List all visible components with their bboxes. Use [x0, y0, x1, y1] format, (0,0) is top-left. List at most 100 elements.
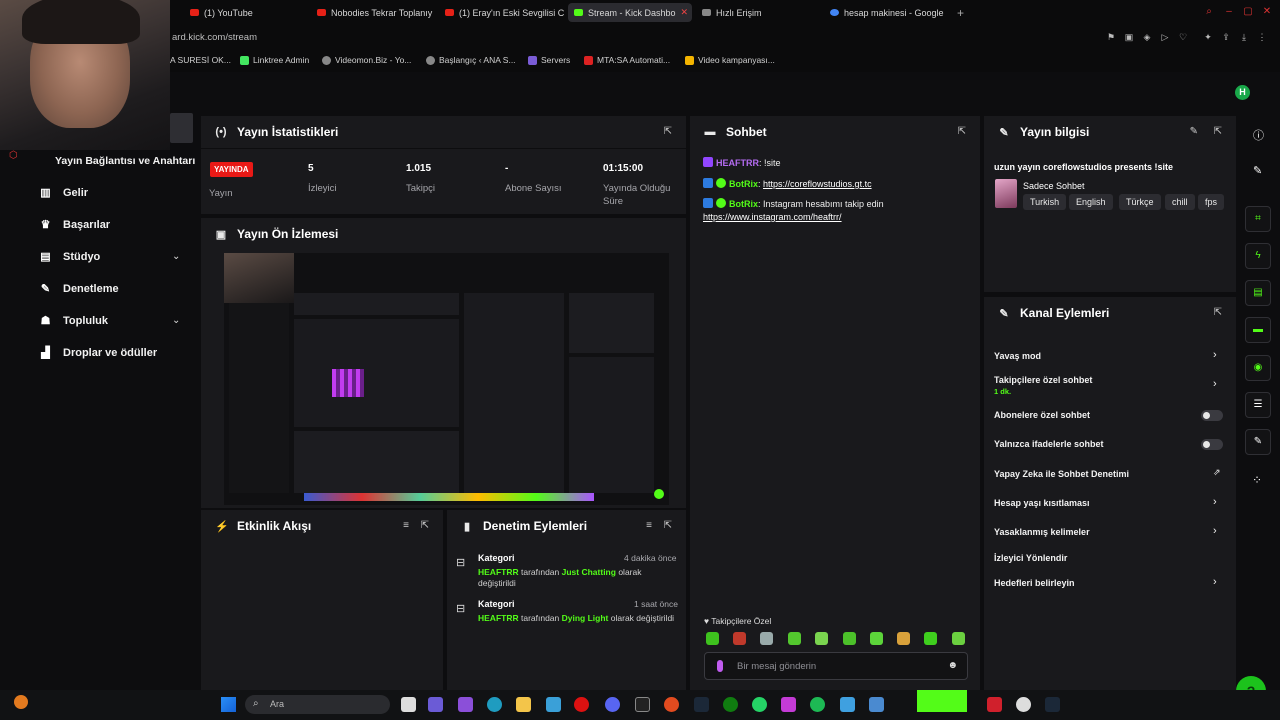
- avatar[interactable]: H: [1235, 85, 1250, 100]
- shield-icon[interactable]: ◈: [1142, 32, 1152, 42]
- start-button[interactable]: [221, 697, 236, 712]
- play-icon[interactable]: ▷: [1160, 32, 1170, 42]
- mod-category[interactable]: Just Chatting: [562, 567, 616, 577]
- file-explorer-icon[interactable]: [516, 697, 531, 712]
- tag[interactable]: Türkçe: [1119, 194, 1161, 210]
- action-ai-moderation[interactable]: Yapay Zeka ile Sohbet Denetimi: [994, 469, 1129, 479]
- sidebar-collapse-button[interactable]: [170, 113, 193, 143]
- emote[interactable]: [733, 632, 746, 645]
- bookmark-item[interactable]: Linktree Admin: [240, 55, 309, 65]
- action-slow-mode[interactable]: Yavaş mod: [994, 351, 1041, 361]
- close-window-icon[interactable]: ✕: [1261, 6, 1273, 18]
- chevron-down-icon[interactable]: ⌄: [172, 315, 180, 326]
- steam-icon[interactable]: [1045, 697, 1060, 712]
- emote[interactable]: [788, 632, 801, 645]
- sidebar-title[interactable]: Yayın Bağlantısı ve Anahtarı: [55, 155, 195, 167]
- download-icon[interactable]: ⤓: [1239, 32, 1249, 42]
- external-link-icon[interactable]: ⇗: [1213, 467, 1221, 478]
- chat-username[interactable]: HEAFTRR: [716, 158, 759, 168]
- emote[interactable]: [952, 632, 965, 645]
- emote[interactable]: [815, 632, 828, 645]
- close-tab-icon[interactable]: ✕: [681, 7, 689, 18]
- task-view-icon[interactable]: [401, 697, 416, 712]
- app-icon[interactable]: [987, 697, 1002, 712]
- app-icon[interactable]: [635, 697, 650, 712]
- browser-tab[interactable]: Nobodies Tekrar Toplanıy: [311, 3, 436, 22]
- lightning-icon[interactable]: ϟ: [1245, 243, 1271, 269]
- chat-username[interactable]: BotRix: [729, 199, 758, 209]
- screenshot-icon[interactable]: ▣: [1124, 32, 1134, 42]
- bookmark-item[interactable]: Başlangıç ‹ ANA S...: [426, 55, 516, 65]
- browser-tab-active[interactable]: Stream - Kick Dashbo ✕: [568, 3, 692, 22]
- xbox-icon[interactable]: [723, 697, 738, 712]
- emoji-icon[interactable]: ☻: [947, 660, 958, 671]
- tag[interactable]: chill: [1165, 194, 1195, 210]
- emote[interactable]: [924, 632, 937, 645]
- tag[interactable]: Turkish: [1023, 194, 1067, 210]
- bookmark-item[interactable]: Servers: [528, 55, 570, 65]
- emote-only-toggle[interactable]: [1201, 439, 1223, 450]
- bookmark-item[interactable]: Videomon.Biz - Yo...: [322, 55, 411, 65]
- popout-icon[interactable]: ⇱: [958, 126, 966, 137]
- kick-app-icon[interactable]: [917, 690, 967, 712]
- chevron-right-icon[interactable]: ›: [1213, 525, 1217, 537]
- app-icon[interactable]: [1016, 697, 1031, 712]
- wrench-icon[interactable]: ✎: [1245, 429, 1271, 455]
- emote[interactable]: [706, 632, 719, 645]
- action-subscribers-only[interactable]: Abonelere özel sohbet: [994, 410, 1090, 420]
- sidebar-item-topluluk[interactable]: ☗ Topluluk: [40, 315, 108, 327]
- action-goals[interactable]: Hedefleri belirleyin: [994, 578, 1075, 588]
- emote[interactable]: [870, 632, 883, 645]
- taskbar-search[interactable]: ⌕ Ara: [245, 695, 390, 714]
- discord-icon[interactable]: [605, 697, 620, 712]
- popout-icon[interactable]: ⇱: [664, 126, 672, 137]
- share-icon[interactable]: ⇪: [1221, 32, 1231, 42]
- apps-icon[interactable]: ⁘: [1252, 473, 1262, 487]
- chevron-right-icon[interactable]: ›: [1213, 576, 1217, 588]
- mod-user[interactable]: HEAFTRR: [478, 567, 519, 577]
- app-icon[interactable]: [840, 697, 855, 712]
- chevron-right-icon[interactable]: ›: [1213, 496, 1217, 508]
- chat-link[interactable]: https://www.instagram.com/heaftrr/: [703, 212, 842, 222]
- mod-category[interactable]: Dying Light: [562, 613, 609, 623]
- bookmark-item[interactable]: Video kampanyası...: [685, 55, 775, 65]
- chevron-right-icon[interactable]: ›: [1213, 349, 1217, 361]
- sidebar-item-studyo[interactable]: ▤ Stüdyo: [40, 251, 100, 263]
- new-tab-button[interactable]: +: [951, 3, 967, 22]
- sidebar-item-basarilar[interactable]: ♛ Başarılar: [40, 219, 111, 231]
- popout-icon[interactable]: ⇱: [1214, 126, 1222, 137]
- chat-link[interactable]: https://coreflowstudios.gt.tc: [763, 179, 872, 189]
- bookmark-icon[interactable]: ⚑: [1106, 32, 1116, 42]
- extensions-icon[interactable]: ✦: [1203, 32, 1213, 42]
- edge-icon[interactable]: [487, 697, 502, 712]
- action-account-age[interactable]: Hesap yaşı kısıtlaması: [994, 498, 1090, 508]
- weather-icon[interactable]: [14, 695, 28, 709]
- steam-icon[interactable]: [694, 697, 709, 712]
- action-emote-only[interactable]: Yalnızca ifadelerle sohbet: [994, 439, 1104, 449]
- browser-tab[interactable]: hesap makinesi - Google: [824, 3, 949, 22]
- popout-icon[interactable]: ⇱: [664, 520, 672, 531]
- action-banned-words[interactable]: Yasaklanmış kelimeler: [994, 527, 1090, 537]
- emote[interactable]: [843, 632, 856, 645]
- sidebar-item-denetleme[interactable]: ✎ Denetleme: [40, 283, 119, 295]
- search-icon[interactable]: ⌕: [1203, 6, 1215, 18]
- chat-username[interactable]: BotRix: [729, 179, 758, 189]
- subscribers-only-toggle[interactable]: [1201, 410, 1223, 421]
- chevron-right-icon[interactable]: ›: [1213, 378, 1217, 390]
- tag[interactable]: English: [1069, 194, 1113, 210]
- store-icon[interactable]: [546, 697, 561, 712]
- opera-icon[interactable]: [574, 697, 589, 712]
- app-icon[interactable]: [458, 697, 473, 712]
- browser-tab[interactable]: (1) Eray'ın Eski Sevgilisi Ci: [439, 3, 564, 22]
- stream-preview-video[interactable]: [224, 253, 669, 505]
- popout-icon[interactable]: ⇱: [1214, 307, 1222, 318]
- category-name[interactable]: Sadece Sohbet: [1023, 181, 1085, 191]
- sidebar-item-droplar[interactable]: ▟ Droplar ve ödüller: [40, 347, 157, 359]
- heart-icon[interactable]: ♡: [1178, 32, 1188, 42]
- bookmark-item[interactable]: MTA:SA Automati...: [584, 55, 670, 65]
- emote[interactable]: [897, 632, 910, 645]
- edit-icon[interactable]: ✎: [1253, 164, 1262, 177]
- chat-icon[interactable]: ▬: [1245, 317, 1271, 343]
- menu-icon[interactable]: ⋮: [1257, 32, 1267, 42]
- filter-icon[interactable]: ≡: [403, 520, 409, 531]
